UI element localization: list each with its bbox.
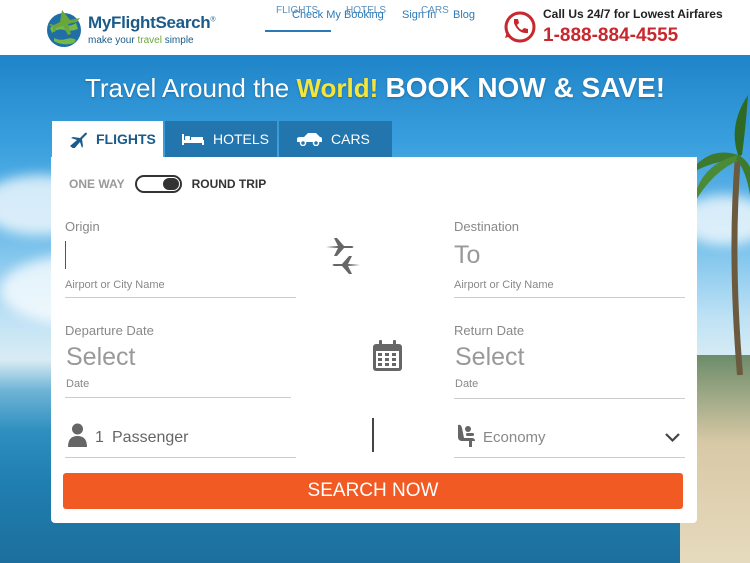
departure-date-field[interactable]: Departure Date Select Date <box>65 323 291 401</box>
destination-field[interactable]: Destination To Airport or City Name <box>454 219 685 299</box>
text-cursor <box>65 241 66 269</box>
passenger-count: 1 <box>95 429 104 446</box>
call-label: Call Us 24/7 for Lowest Airfares <box>543 7 723 21</box>
cabin-underline <box>454 457 685 458</box>
plane-icon <box>70 132 87 148</box>
search-now-button[interactable]: SEARCH NOW <box>63 473 683 509</box>
cabin-class-value: Economy <box>483 429 546 446</box>
swap-planes-icon[interactable] <box>324 235 362 275</box>
return-value[interactable]: Select <box>455 343 524 372</box>
chevron-down-icon <box>665 433 680 443</box>
seat-icon <box>458 424 475 447</box>
tab-label: HOTELS <box>213 131 270 147</box>
tab-hotels[interactable]: HOTELS <box>165 121 277 157</box>
site-header: MyFlightSearch® make your travel simple … <box>0 0 750 55</box>
nav-sign-in[interactable]: Sign In <box>402 9 436 21</box>
departure-value[interactable]: Select <box>66 343 135 372</box>
round-trip-label[interactable]: ROUND TRIP <box>192 177 267 191</box>
origin-underline <box>65 297 296 298</box>
vertical-divider <box>372 418 374 452</box>
return-underline <box>454 398 685 399</box>
passenger-selector[interactable]: 1 Passenger <box>65 422 296 460</box>
calendar-icon[interactable] <box>372 339 403 372</box>
bed-icon <box>182 134 204 145</box>
site-logo[interactable]: MyFlightSearch® make your travel simple <box>40 4 225 52</box>
destination-label: Destination <box>454 219 520 234</box>
return-hint: Date <box>455 378 479 390</box>
tab-cars[interactable]: CARS <box>279 121 392 157</box>
departure-label: Departure Date <box>65 323 154 338</box>
origin-hint: Airport or City Name <box>65 279 165 291</box>
tab-label: CARS <box>331 131 370 147</box>
nav-blog[interactable]: Blog <box>453 9 475 21</box>
passenger-label: Passenger <box>112 429 189 446</box>
call-number[interactable]: 1-888-884-4555 <box>543 25 678 47</box>
trip-type-switch[interactable] <box>134 175 182 193</box>
destination-underline <box>454 297 685 298</box>
globe-plane-icon <box>47 10 81 47</box>
departure-hint: Date <box>66 378 90 390</box>
phone-24-icon <box>504 11 536 43</box>
tab-label: FLIGHTS <box>96 131 156 147</box>
destination-input[interactable]: To <box>454 241 480 270</box>
logo-wordmark: MyFlightSearch® <box>88 13 216 32</box>
origin-label: Origin <box>65 219 100 234</box>
tab-flights[interactable]: FLIGHTS <box>52 121 163 157</box>
departure-underline <box>65 397 291 398</box>
car-icon <box>297 133 322 146</box>
return-date-field[interactable]: Return Date Select Date <box>454 323 685 401</box>
trip-type-toggle: ONE WAY ROUND TRIP <box>69 175 266 193</box>
switch-knob <box>162 178 179 190</box>
destination-hint: Airport or City Name <box>454 279 554 291</box>
one-way-label[interactable]: ONE WAY <box>69 177 125 191</box>
hero-headline: Travel Around the World! BOOK NOW & SAVE… <box>84 72 666 103</box>
origin-field[interactable]: Origin Airport or City Name <box>65 219 296 299</box>
nav-check-my-booking[interactable]: Check My Booking <box>292 9 384 21</box>
flight-search-card: ONE WAY ROUND TRIP Origin Airport or Cit… <box>51 157 697 523</box>
cabin-class-select[interactable]: Economy <box>454 422 685 460</box>
person-icon <box>68 423 87 447</box>
return-label: Return Date <box>454 323 525 338</box>
passenger-underline <box>65 457 296 458</box>
logo-tagline: make your travel simple <box>88 35 194 46</box>
nav-active-underline <box>265 30 331 32</box>
